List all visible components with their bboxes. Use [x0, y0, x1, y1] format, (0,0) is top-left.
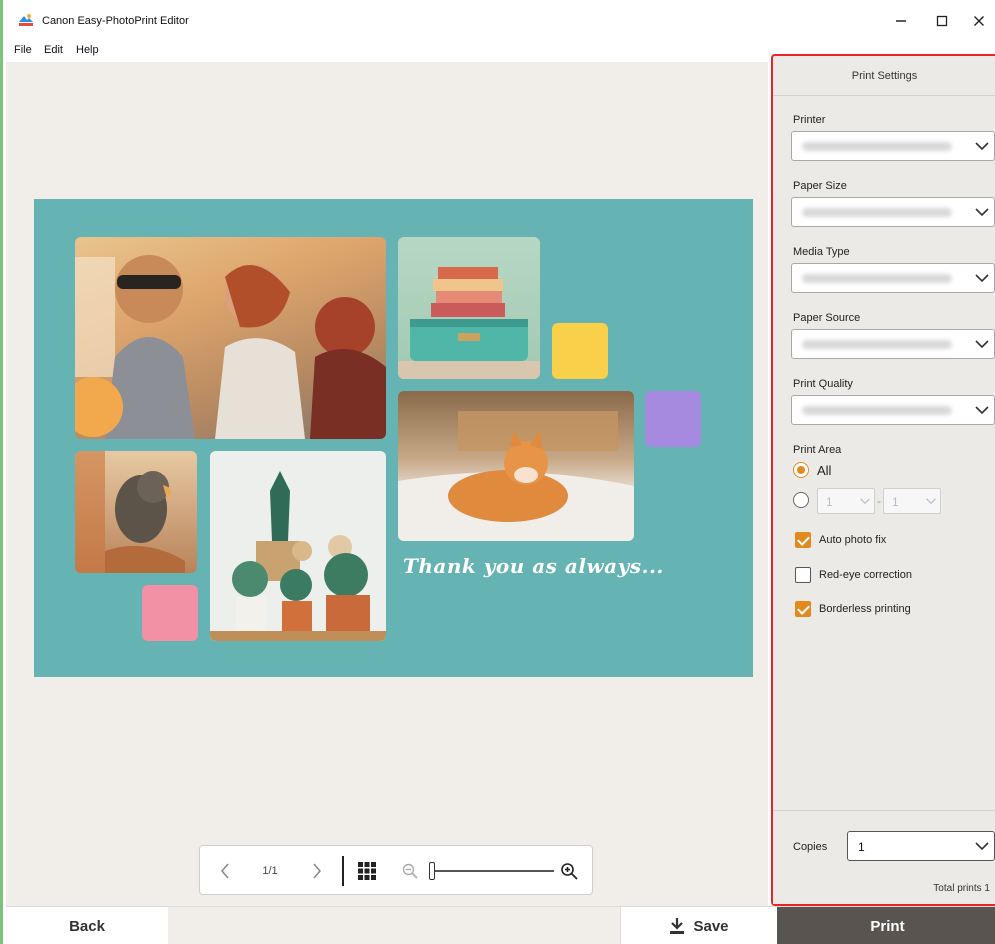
range-dash: -: [877, 494, 881, 508]
minimize-button[interactable]: [886, 8, 916, 34]
back-button[interactable]: Back: [6, 907, 168, 944]
maximize-button[interactable]: [927, 8, 957, 34]
menu-file[interactable]: File: [14, 44, 32, 56]
cactus-plants-photo-art: [210, 451, 386, 641]
menu-help[interactable]: Help: [76, 44, 99, 56]
save-download-icon: [670, 918, 685, 934]
friends-photo-art: [75, 237, 386, 439]
print-area-range-radio[interactable]: [793, 492, 809, 508]
printer-label: Printer: [793, 114, 826, 126]
cat-photo-art: [398, 411, 634, 541]
paper-size-select[interactable]: [791, 197, 995, 227]
cat-photo[interactable]: [398, 391, 634, 541]
chevron-down-icon: [975, 340, 989, 349]
copies-value: 1: [858, 840, 865, 854]
print-settings-header: Print Settings: [773, 56, 995, 96]
maximize-icon: [936, 15, 948, 27]
print-quality-label: Print Quality: [793, 378, 853, 390]
borderless-printing-label[interactable]: Borderless printing: [819, 603, 911, 615]
chevron-down-icon: [975, 208, 989, 217]
close-icon: [974, 16, 984, 26]
zoom-in-icon: [561, 863, 578, 880]
borderless-printing-checkbox[interactable]: [795, 601, 811, 617]
previous-page-button[interactable]: [210, 846, 240, 896]
card-message-text[interactable]: Thank you as always...: [403, 554, 664, 578]
range-from-select[interactable]: 1: [817, 488, 875, 514]
menu-edit[interactable]: Edit: [44, 44, 63, 56]
copies-select[interactable]: 1: [847, 831, 995, 861]
pink-deco-tile[interactable]: [142, 585, 198, 641]
suitcase-books-photo[interactable]: [398, 237, 540, 379]
window-title: Canon Easy-PhotoPrint Editor: [42, 15, 189, 27]
range-from-value: 1: [826, 495, 833, 509]
title-bar: Canon Easy-PhotoPrint Editor: [6, 0, 995, 40]
close-button[interactable]: [964, 8, 994, 34]
printer-select[interactable]: [791, 131, 995, 161]
parrot-photo-art: [75, 451, 185, 573]
print-area-all-radio[interactable]: [793, 462, 809, 478]
paper-size-label: Paper Size: [793, 180, 847, 192]
minimize-icon: [896, 20, 906, 22]
grid-view-button[interactable]: [350, 846, 384, 896]
zoom-in-button[interactable]: [556, 846, 582, 896]
friends-photo[interactable]: [75, 237, 386, 439]
chevron-down-icon: [860, 498, 870, 505]
print-button[interactable]: Print: [777, 907, 995, 944]
zoom-out-button[interactable]: [398, 846, 422, 896]
chevron-down-icon: [975, 406, 989, 415]
page-navigation-bar: 1/1: [199, 845, 593, 895]
app-window: Canon Easy-PhotoPrint Editor File Edit H…: [0, 0, 995, 944]
save-button-label: Save: [693, 917, 729, 935]
print-quality-value: [802, 406, 952, 415]
parrot-photo[interactable]: [75, 451, 197, 573]
next-page-button[interactable]: [302, 846, 332, 896]
bottom-action-bar: Back Save Print: [6, 906, 995, 944]
editing-canvas: Thank you as always... 1/1: [6, 62, 768, 906]
media-type-label: Media Type: [793, 246, 850, 258]
zoom-slider-track[interactable]: [432, 870, 554, 872]
menu-bar: File Edit Help: [6, 40, 766, 62]
red-eye-correction-checkbox[interactable]: [795, 567, 811, 583]
yellow-deco-tile[interactable]: [552, 323, 608, 379]
zoom-slider-handle[interactable]: [429, 862, 435, 880]
cactus-plants-photo[interactable]: [210, 451, 386, 641]
auto-photo-fix-checkbox[interactable]: [795, 532, 811, 548]
paper-source-label: Paper Source: [793, 312, 861, 324]
paper-size-value: [802, 208, 952, 217]
chevron-down-icon: [926, 498, 936, 505]
chevron-left-icon: [221, 863, 229, 879]
print-quality-select[interactable]: [791, 395, 995, 425]
copies-section: Copies 1 Total prints 1: [773, 810, 995, 904]
nav-divider: [342, 856, 344, 886]
media-type-value: [802, 274, 952, 283]
purple-deco-tile[interactable]: [645, 391, 701, 447]
red-eye-correction-label[interactable]: Red-eye correction: [819, 569, 912, 581]
media-type-select[interactable]: [791, 263, 995, 293]
print-area-all-label[interactable]: All: [817, 463, 831, 478]
zoom-out-icon: [402, 863, 418, 879]
chevron-down-icon: [975, 274, 989, 283]
page-indicator: 1/1: [262, 865, 278, 877]
chevron-down-icon: [975, 842, 989, 851]
range-to-select[interactable]: 1: [883, 488, 941, 514]
total-prints: Total prints 1: [933, 883, 990, 894]
print-area-label: Print Area: [793, 444, 842, 456]
paper-source-select[interactable]: [791, 329, 995, 359]
app-logo-icon: [19, 14, 33, 26]
copies-label: Copies: [793, 841, 828, 853]
printer-value: [802, 142, 952, 151]
save-button[interactable]: Save: [620, 907, 777, 944]
grid-view-icon: [358, 862, 376, 880]
range-to-value: 1: [892, 495, 899, 509]
auto-photo-fix-label[interactable]: Auto photo fix: [819, 534, 886, 546]
chevron-down-icon: [975, 142, 989, 151]
paper-source-value: [802, 340, 952, 349]
suitcase-books-photo-art: [398, 267, 540, 379]
card-design[interactable]: Thank you as always...: [34, 199, 753, 677]
print-settings-panel: Print Settings Printer Paper Size Media …: [771, 54, 995, 906]
chevron-right-icon: [313, 863, 321, 879]
